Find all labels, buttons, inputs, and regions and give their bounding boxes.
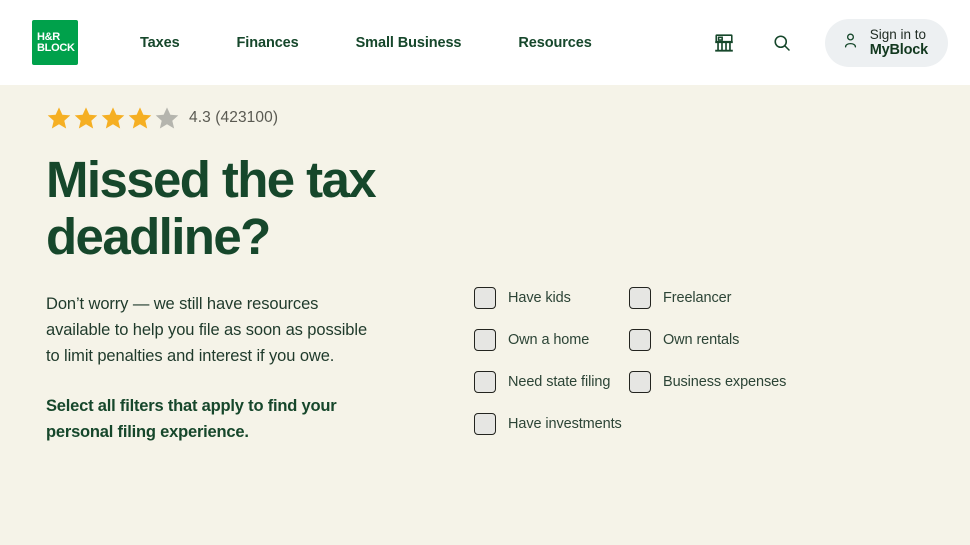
star-icon-4 [127,105,153,131]
filter-own-rentals[interactable]: Own rentals [629,319,786,361]
nav-item-taxes[interactable]: Taxes [140,35,180,51]
logo-line-1: H&R [37,30,60,43]
person-icon [841,31,860,55]
hero-copy: Missed the tax deadline? Don’t worry — w… [46,151,377,445]
filter-checkbox-group: Have kids Own a home Need state filing H… [474,277,786,445]
rating-block: 4.3 (423100) [46,85,938,131]
filter-have-investments[interactable]: Have investments [474,403,629,445]
hero-cta-text: Select all filters that apply to find yo… [46,397,337,441]
checkbox-own-a-home[interactable] [474,329,496,351]
checkbox-have-kids[interactable] [474,287,496,309]
filter-label-freelancer: Freelancer [663,290,732,306]
sign-in-labels: Sign in to MyBlock [870,27,928,58]
checkbox-freelancer[interactable] [629,287,651,309]
filter-freelancer[interactable]: Freelancer [629,277,786,319]
checkbox-need-state-filing[interactable] [474,371,496,393]
site-header: H&R BLOCK Taxes Finances Small Business … [0,0,970,85]
logo-line-2: BLOCK [37,41,75,54]
nav-item-finances[interactable]: Finances [237,35,299,51]
page-title: Missed the tax deadline? [46,151,377,265]
filter-business-expenses[interactable]: Business expenses [629,361,786,403]
search-icon[interactable] [765,26,799,60]
star-icon-5-empty [154,105,180,131]
filter-column-left: Have kids Own a home Need state filing H… [474,277,629,445]
filter-own-a-home[interactable]: Own a home [474,319,629,361]
nav-item-resources[interactable]: Resources [518,35,591,51]
nav-item-small-business[interactable]: Small Business [356,35,462,51]
filter-label-have-investments: Have investments [508,416,622,432]
main-navigation: Taxes Finances Small Business Resources [140,35,592,51]
sign-in-bottom-label: MyBlock [869,41,928,58]
filter-label-need-state-filing: Need state filing [508,374,611,390]
filter-need-state-filing[interactable]: Need state filing [474,361,629,403]
star-rating [46,105,180,131]
hr-block-logo[interactable]: H&R BLOCK [32,20,78,65]
star-icon-3 [100,105,126,131]
checkbox-have-investments[interactable] [474,413,496,435]
filter-label-have-kids: Have kids [508,290,571,306]
filter-label-own-rentals: Own rentals [663,332,740,348]
header-actions: Sign in to MyBlock [707,18,948,67]
checkbox-own-rentals[interactable] [629,329,651,351]
sign-in-myblock-button[interactable]: Sign in to MyBlock [824,18,948,67]
filter-column-right: Freelancer Own rentals Business expenses [629,277,786,445]
star-icon-1 [46,105,72,131]
filter-label-own-a-home: Own a home [508,332,590,348]
filter-have-kids[interactable]: Have kids [474,277,629,319]
rating-text: 4.3 (423100) [189,109,279,126]
hero-paragraph: Don’t worry — we still have resources av… [46,295,368,365]
hero-body: Missed the tax deadline? Don’t worry — w… [32,151,938,445]
office-building-icon[interactable] [707,26,741,60]
checkbox-business-expenses[interactable] [629,371,651,393]
star-icon-2 [73,105,99,131]
filter-label-business-expenses: Business expenses [663,374,787,390]
hero-section: 4.3 (423100) Missed the tax deadline? Do… [0,85,970,545]
sign-in-top-label: Sign in to [869,26,927,42]
